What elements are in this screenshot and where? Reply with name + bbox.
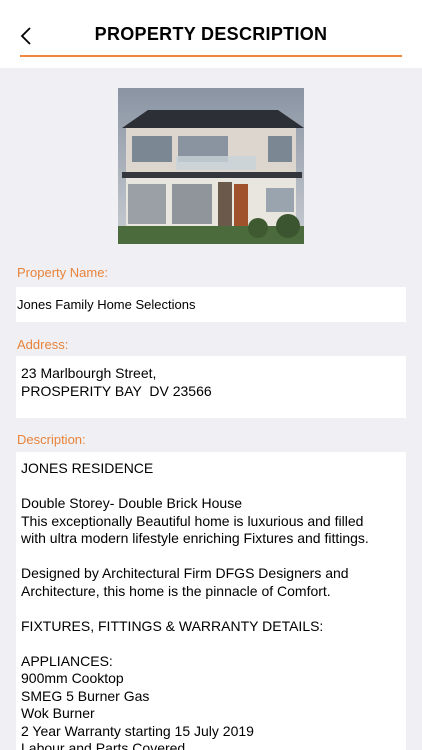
description-line: Architecture, this home is the pinnacle … <box>21 582 331 599</box>
description-line: SMEG 5 Burner Gas <box>21 687 150 704</box>
address-label: Address: <box>17 337 69 352</box>
description-field[interactable]: JONES RESIDENCE Double Storey- Double Br… <box>16 452 406 750</box>
page-title: PROPERTY DESCRIPTION <box>94 24 328 44</box>
property-name-label: Property Name: <box>17 265 109 280</box>
description-line: JONES RESIDENCE <box>21 460 154 476</box>
address-line-1: 23 Marlbourgh Street, <box>21 365 157 381</box>
description-line: This exceptionally Beautiful home is lux… <box>21 512 364 529</box>
property-name-field[interactable]: Jones Family Home Selections <box>16 287 406 322</box>
description-line: APPLIANCES: <box>21 652 113 669</box>
description-line: Double Storey- Double Brick House <box>21 495 242 511</box>
address-line-2: PROSPERITY BAY DV 23566 <box>21 383 212 399</box>
property-photo <box>118 88 304 244</box>
description-line: Labour and Parts Covered <box>21 740 186 750</box>
description-line: Wok Burner <box>21 705 95 721</box>
nav-header: PROPERTY DESCRIPTION <box>0 0 422 68</box>
description-line: Designed by Architectural Firm DFGS Desi… <box>21 565 349 581</box>
description-line: FIXTURES, FITTINGS & WARRANTY DETAILS: <box>21 617 324 634</box>
description-line: 2 Year Warranty starting 15 July 2019 <box>21 722 254 739</box>
title-underline <box>20 55 402 57</box>
description-label: Description: <box>17 432 86 447</box>
description-line: with ultra modern lifestyle enriching Fi… <box>21 530 369 546</box>
description-line: 900mm Cooktop <box>21 670 124 686</box>
address-field[interactable]: 23 Marlbourgh Street, PROSPERITY BAY DV … <box>16 356 406 418</box>
